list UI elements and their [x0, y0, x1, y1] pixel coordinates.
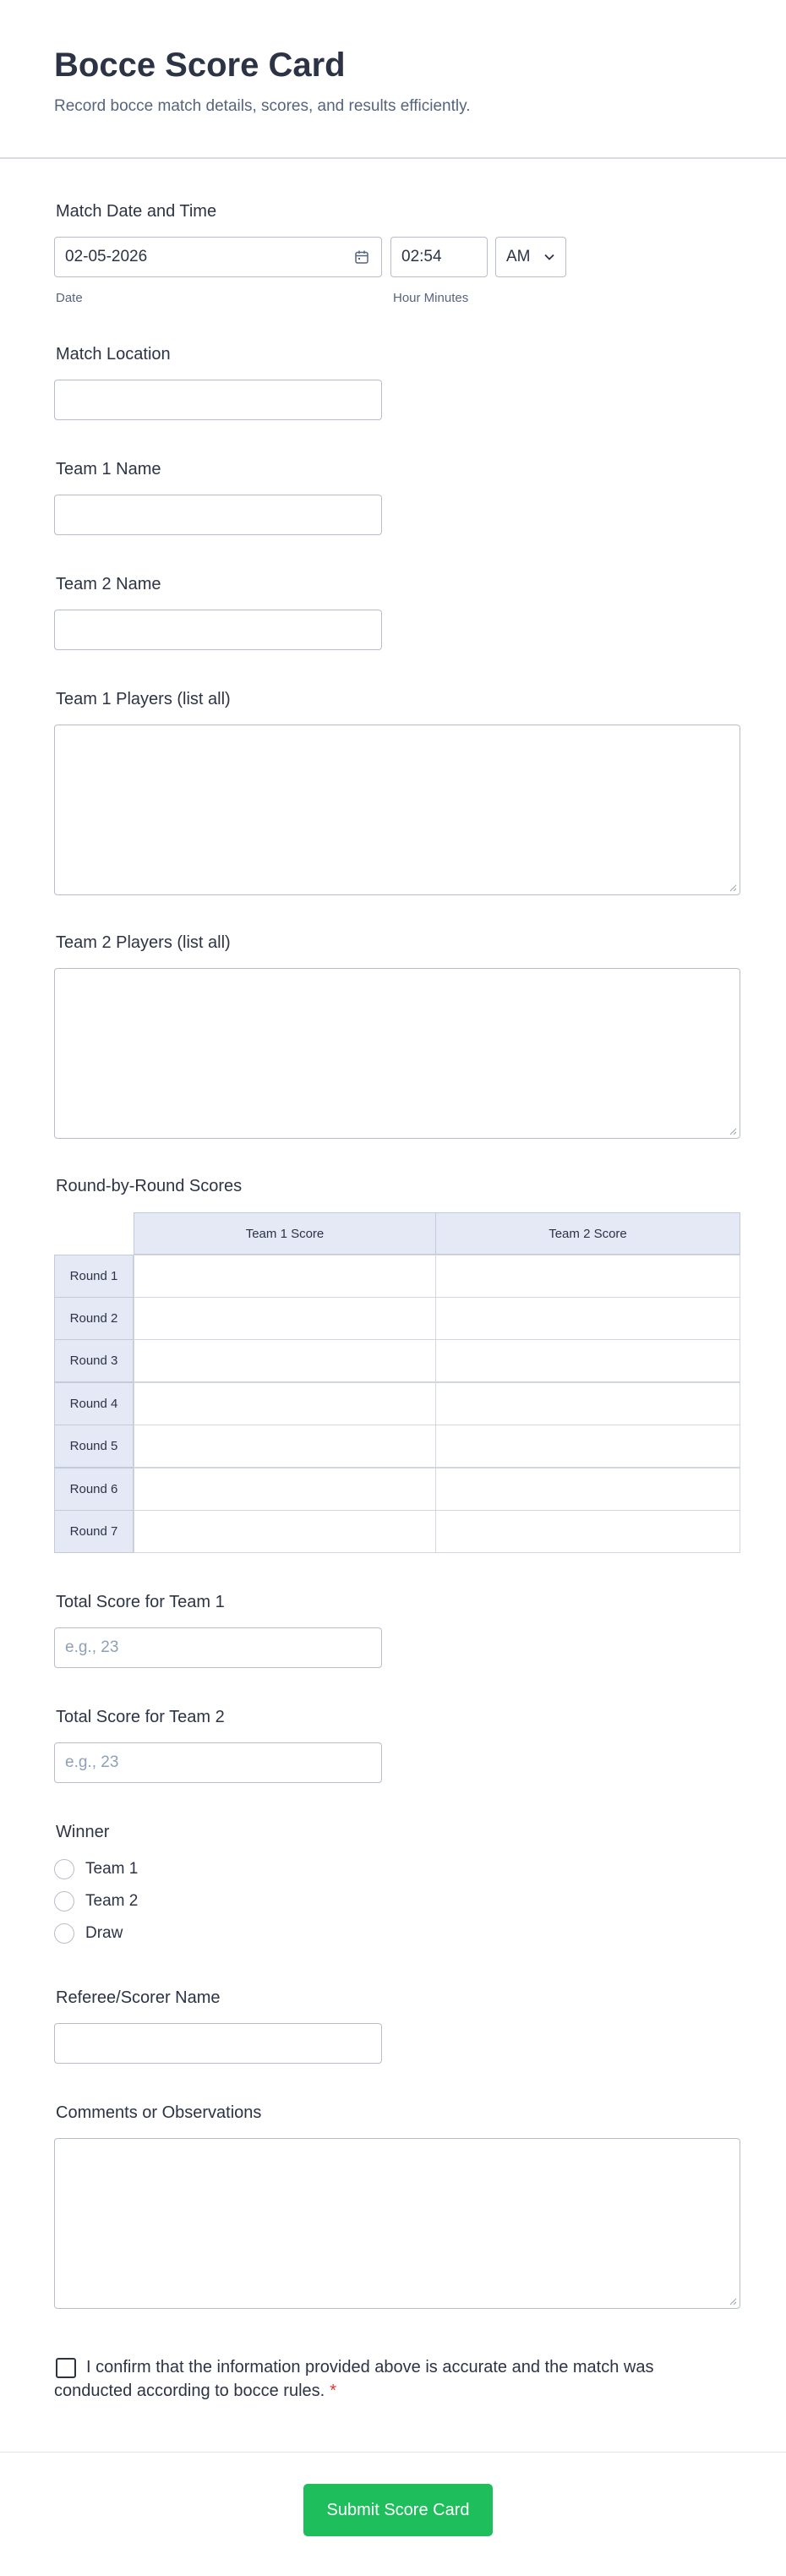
winner-radio-team1[interactable]: [54, 1859, 74, 1879]
date-sublabel: Date: [56, 291, 83, 305]
team2-name-label: Team 2 Name: [56, 575, 161, 593]
total-team2-label: Total Score for Team 2: [56, 1708, 225, 1726]
submit-button[interactable]: Submit Score Card: [303, 2484, 493, 2536]
winner-option-label[interactable]: Team 2: [85, 1892, 138, 1911]
team1-name-input[interactable]: [54, 495, 382, 535]
comments-textarea[interactable]: [54, 2138, 740, 2309]
team2-name-input[interactable]: [54, 610, 382, 650]
score-cell[interactable]: [134, 1297, 436, 1340]
date-input[interactable]: 02-05-2026: [54, 237, 382, 277]
row-label: Round 2: [54, 1297, 134, 1340]
round-scores-label: Round-by-Round Scores: [56, 1177, 243, 1195]
confirm-text: I confirm that the information provided …: [54, 2358, 654, 2400]
time-input[interactable]: 02:54: [390, 237, 488, 277]
winner-radio-draw[interactable]: [54, 1923, 74, 1944]
score-cell[interactable]: [435, 1382, 740, 1425]
calendar-icon[interactable]: [354, 249, 369, 265]
score-cell[interactable]: [134, 1339, 436, 1382]
winner-radio-team2[interactable]: [54, 1891, 74, 1911]
match-location-label: Match Location: [56, 345, 171, 364]
ampm-select[interactable]: AM: [495, 237, 566, 277]
form-description: Record bocce match details, scores, and …: [54, 97, 471, 115]
row-label: Round 4: [54, 1382, 134, 1425]
match-location-input[interactable]: [54, 380, 382, 420]
team2-players-textarea[interactable]: [54, 968, 740, 1139]
required-marker: *: [330, 2382, 336, 2400]
match-datetime-label: Match Date and Time: [56, 202, 217, 221]
total-team2-input[interactable]: e.g., 23: [54, 1742, 382, 1783]
team1-name-label: Team 1 Name: [56, 460, 161, 479]
score-cell[interactable]: [134, 1425, 436, 1468]
team1-players-textarea[interactable]: [54, 725, 740, 895]
column-header-team2: Team 2 Score: [435, 1212, 740, 1255]
row-label: Round 7: [54, 1510, 134, 1553]
comments-label: Comments or Observations: [56, 2103, 262, 2122]
referee-input[interactable]: [54, 2023, 382, 2064]
confirm-label[interactable]: I confirm that the information provided …: [54, 2355, 696, 2403]
total-team1-input[interactable]: e.g., 23: [54, 1627, 382, 1668]
resize-grip-icon[interactable]: [729, 2297, 737, 2305]
row-label: Round 3: [54, 1339, 134, 1382]
team1-players-label: Team 1 Players (list all): [56, 690, 231, 708]
score-cell[interactable]: [134, 1510, 436, 1553]
team2-players-label: Team 2 Players (list all): [56, 933, 231, 952]
score-cell[interactable]: [134, 1255, 436, 1298]
total-team1-placeholder: e.g., 23: [65, 1638, 119, 1656]
winner-label: Winner: [56, 1823, 110, 1841]
score-cell[interactable]: [435, 1297, 740, 1340]
referee-label: Referee/Scorer Name: [56, 1988, 221, 2007]
resize-grip-icon[interactable]: [729, 883, 737, 892]
total-team1-label: Total Score for Team 1: [56, 1593, 225, 1611]
score-cell[interactable]: [435, 1425, 740, 1468]
score-cell[interactable]: [435, 1468, 740, 1511]
time-sublabel: Hour Minutes: [393, 291, 469, 305]
score-cell[interactable]: [134, 1468, 436, 1511]
footer-divider: [0, 2452, 786, 2453]
form-header: Bocce Score Card Record bocce match deta…: [0, 0, 786, 159]
row-label: Round 6: [54, 1468, 134, 1511]
score-cell[interactable]: [134, 1382, 436, 1425]
form-title: Bocce Score Card: [54, 46, 346, 84]
time-value: 02:54: [401, 248, 442, 265]
score-cell[interactable]: [435, 1255, 740, 1298]
score-cell[interactable]: [435, 1339, 740, 1382]
column-header-team1: Team 1 Score: [134, 1212, 436, 1255]
ampm-value: AM: [506, 248, 531, 265]
winner-option-label[interactable]: Draw: [85, 1924, 123, 1943]
date-value: 02-05-2026: [65, 248, 148, 265]
chevron-down-icon: [544, 254, 554, 260]
total-team2-placeholder: e.g., 23: [65, 1753, 119, 1771]
score-cell[interactable]: [435, 1510, 740, 1553]
form-page: Bocce Score Card Record bocce match deta…: [0, 0, 786, 2576]
row-label: Round 5: [54, 1425, 134, 1468]
winner-option-label[interactable]: Team 1: [85, 1860, 138, 1879]
resize-grip-icon[interactable]: [729, 1127, 737, 1135]
row-label: Round 1: [54, 1255, 134, 1298]
